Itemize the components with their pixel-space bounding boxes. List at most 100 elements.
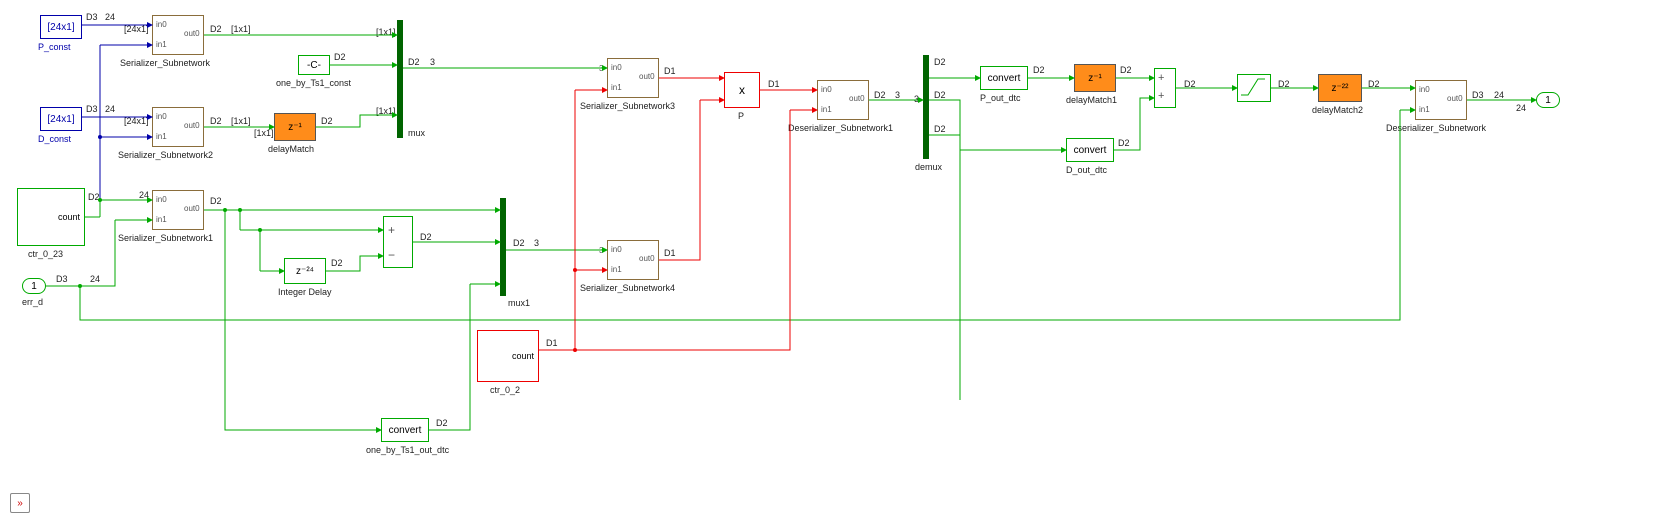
delaymatch2-block[interactable]: z⁻²² (1318, 74, 1362, 102)
sig-d2-12: D2 (934, 57, 946, 67)
saturation-block[interactable] (1237, 74, 1271, 102)
sig-d2-20: D2 (436, 418, 448, 428)
mux-bar[interactable] (397, 20, 403, 138)
p-const-block[interactable]: [24x1] (40, 15, 82, 39)
corner-icon: » (10, 493, 30, 513)
sn3-out0: out0 (639, 72, 655, 81)
one-by-ts1-text: -C- (307, 60, 321, 71)
sig-d2-10: D2 (513, 238, 525, 248)
outport-block[interactable]: 1 (1536, 92, 1560, 108)
sig-d2-17: D2 (1184, 79, 1196, 89)
sig-d2-6: D2 (210, 196, 222, 206)
delaymatch1-text: z⁻¹ (1088, 73, 1102, 84)
sig-d1-1: D1 (546, 338, 558, 348)
sig-d2-11: D2 (874, 90, 886, 100)
sn3-3: 3 (599, 64, 603, 73)
sig-d1-3: D1 (664, 248, 676, 258)
demux-label: demux (915, 162, 942, 172)
sn3-in1: in1 (611, 83, 622, 92)
sig-d3-4: D3 (1472, 90, 1484, 100)
d-const-block[interactable]: [24x1] (40, 107, 82, 131)
sig-24-4: 24 (90, 274, 100, 284)
ctr-0-2-block[interactable]: count (477, 330, 539, 382)
p-out-dtc[interactable]: convert (980, 66, 1028, 90)
sig-d2-16b: D2 (1118, 138, 1130, 148)
integer-delay-label: Integer Delay (278, 287, 332, 297)
dsn-in0: in0 (1419, 85, 1430, 94)
d-const-label: D_const (38, 134, 71, 144)
sn1-out0: out0 (184, 204, 200, 213)
outport-text: 1 (1545, 95, 1551, 106)
one-by-ts1-out-dtc[interactable]: convert (381, 418, 429, 442)
ctr-0-23-block[interactable]: count (17, 188, 85, 246)
sig-d1-2: D1 (664, 66, 676, 76)
sn2-in1: in1 (156, 132, 167, 141)
demux-bar[interactable] (923, 55, 929, 159)
sig-d2-3: D2 (321, 116, 333, 126)
obt-text: convert (389, 425, 422, 436)
sig-d2-19: D2 (1368, 79, 1380, 89)
sn3-label: Serializer_Subnetwork3 (580, 101, 675, 111)
sig-24x1-1: [24x1] (124, 24, 149, 34)
sig-d2-13: D2 (934, 90, 946, 100)
sig-1x1-1: [1x1] (231, 24, 251, 34)
sig-d2-15: D2 (1033, 65, 1045, 75)
sn2-out0: out0 (184, 121, 200, 130)
sig-d2-4: D2 (334, 52, 346, 62)
dsn1-out0: out0 (849, 94, 865, 103)
sig-3-4: 3 (914, 94, 919, 104)
sig-d2-18: D2 (1278, 79, 1290, 89)
sn4-out0: out0 (639, 254, 655, 263)
ctr-0-2-label: ctr_0_2 (490, 385, 520, 395)
sig-d2-5: D2 (88, 192, 100, 202)
mux1-label: mux1 (508, 298, 530, 308)
integer-delay-block[interactable]: z⁻²⁴ (284, 258, 326, 284)
sn4-label: Serializer_Subnetwork4 (580, 283, 675, 293)
sn4-in0: in0 (611, 245, 622, 254)
delaymatch-text: z⁻¹ (288, 122, 302, 133)
mux-label: mux (408, 128, 425, 138)
err-d-inport[interactable]: 1 (22, 278, 46, 294)
one-by-ts1-label: one_by_Ts1_const (276, 78, 351, 88)
one-by-ts1-const[interactable]: -C- (298, 55, 330, 75)
dsn1-in0: in0 (821, 85, 832, 94)
delaymatch2-text: z⁻²² (1332, 83, 1349, 94)
delaymatch1-block[interactable]: z⁻¹ (1074, 64, 1116, 92)
sig-1x1-1b: [1x1] (376, 27, 396, 37)
obt-label: one_by_Ts1_out_dtc (366, 445, 449, 455)
d-out-dtc[interactable]: convert (1066, 138, 1114, 162)
dsn1-in1: in1 (821, 105, 832, 114)
sig-d2-9: D2 (408, 57, 420, 67)
delaymatch-block[interactable]: z⁻¹ (274, 113, 316, 141)
sig-d2-1: D2 (210, 24, 222, 34)
sig-d3-3: D3 (56, 274, 68, 284)
ctr-0-2-text: count (512, 351, 534, 361)
d-out-dtc-text: convert (1074, 145, 1107, 156)
sig-d3-1: D3 (86, 12, 98, 22)
sig-3-3: 3 (895, 90, 900, 100)
sn1-label: Serializer_Subnetwork1 (118, 233, 213, 243)
sn2-label: Serializer_Subnetwork2 (118, 150, 213, 160)
d-const-text: [24x1] (47, 114, 74, 125)
dsn1-label: Deserializer_Subnetwork1 (788, 123, 893, 133)
p-out-dtc-label: P_out_dtc (980, 93, 1021, 103)
delaymatch1-label: delayMatch1 (1066, 95, 1117, 105)
delaymatch2-label: delayMatch2 (1312, 105, 1363, 115)
sig-24-1: 24 (105, 12, 115, 22)
p-const-label: P_const (38, 42, 71, 52)
sum2-plus1: + (1158, 72, 1164, 84)
product-block[interactable]: x (724, 72, 760, 108)
sig-24-5: 24 (1494, 90, 1504, 100)
p-const-text: [24x1] (47, 22, 74, 33)
ctr-0-23-label: ctr_0_23 (28, 249, 63, 259)
sn-in1: in1 (156, 40, 167, 49)
sig-d2-8: D2 (420, 232, 432, 242)
mux1-bar[interactable] (500, 198, 506, 296)
sn1-in0: in0 (156, 195, 167, 204)
ctr-0-23-text: count (58, 212, 80, 222)
dsn-out0: out0 (1447, 94, 1463, 103)
sig-d2-16: D2 (1120, 65, 1132, 75)
sn4-in1: in1 (611, 265, 622, 274)
sig-d1-4: D1 (768, 79, 780, 89)
product-label: P (738, 111, 744, 121)
